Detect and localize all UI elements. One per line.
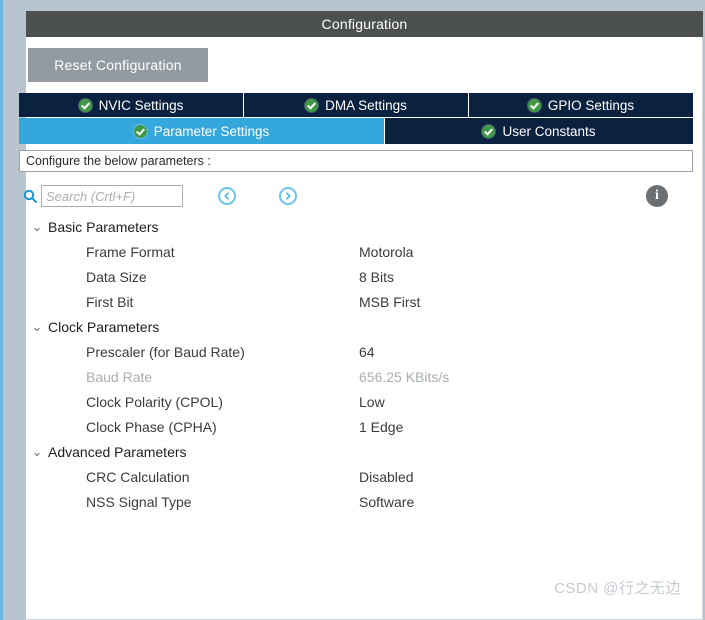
search-icon	[19, 189, 41, 203]
window-title-bar: Configuration	[26, 11, 703, 37]
tab-label: DMA Settings	[325, 97, 407, 113]
chevron-down-icon[interactable]: ⌄	[26, 445, 48, 458]
param-value[interactable]: MSB First	[359, 294, 420, 310]
param-row-nss-signal-type[interactable]: NSS Signal Type Software	[26, 489, 686, 514]
param-row-frame-format[interactable]: Frame Format Motorola	[26, 239, 686, 264]
param-value[interactable]: Disabled	[359, 469, 413, 485]
param-value[interactable]: 64	[359, 344, 375, 360]
check-badge-icon	[305, 98, 319, 112]
param-row-crc-calculation[interactable]: CRC Calculation Disabled	[26, 464, 686, 489]
search-toolbar: i	[19, 181, 693, 211]
param-row-prescaler[interactable]: Prescaler (for Baud Rate) 64	[26, 339, 686, 364]
check-badge-icon	[78, 98, 92, 112]
group-label: Clock Parameters	[48, 318, 160, 335]
param-value[interactable]: Software	[359, 494, 414, 510]
check-badge-icon	[482, 124, 496, 138]
group-clock-parameters[interactable]: ⌄ Clock Parameters	[26, 314, 686, 339]
instruction-text: Configure the below parameters :	[26, 154, 211, 168]
param-row-data-size[interactable]: Data Size 8 Bits	[26, 264, 686, 289]
param-row-first-bit[interactable]: First Bit MSB First	[26, 289, 686, 314]
param-name: Data Size	[86, 268, 147, 285]
group-label: Basic Parameters	[48, 218, 159, 235]
param-name: Clock Phase (CPHA)	[86, 418, 217, 435]
tab-nvic-settings[interactable]: NVIC Settings	[19, 93, 244, 117]
info-glyph: i	[655, 188, 659, 203]
param-name: Clock Polarity (CPOL)	[86, 393, 223, 410]
search-input[interactable]	[41, 185, 183, 207]
param-row-baud-rate: Baud Rate 656.25 KBits/s	[26, 364, 686, 389]
tab-gpio-settings[interactable]: GPIO Settings	[469, 93, 693, 117]
tab-label: Parameter Settings	[153, 123, 270, 139]
configuration-window: Configuration Reset Configuration NVIC S…	[0, 0, 705, 620]
param-name: NSS Signal Type	[86, 493, 192, 510]
group-label: Advanced Parameters	[48, 443, 187, 460]
group-advanced-parameters[interactable]: ⌄ Advanced Parameters	[26, 439, 686, 464]
param-name: First Bit	[86, 293, 134, 310]
parameter-tree: ⌄ Basic Parameters Frame Format Motorola…	[26, 214, 686, 514]
chevron-left-icon	[224, 192, 229, 200]
tab-label: GPIO Settings	[547, 97, 635, 113]
tab-row-primary: NVIC Settings DMA Settings GPIO Settings	[19, 93, 693, 117]
chevron-down-icon[interactable]: ⌄	[26, 220, 48, 233]
tab-dma-settings[interactable]: DMA Settings	[244, 93, 469, 117]
param-name: Prescaler (for Baud Rate)	[86, 343, 245, 360]
check-badge-icon	[527, 98, 541, 112]
param-row-clock-polarity[interactable]: Clock Polarity (CPOL) Low	[26, 389, 686, 414]
param-name: CRC Calculation	[86, 468, 190, 485]
param-value[interactable]: Motorola	[359, 244, 413, 260]
info-icon[interactable]: i	[646, 185, 668, 207]
param-row-clock-phase[interactable]: Clock Phase (CPHA) 1 Edge	[26, 414, 686, 439]
watermark: CSDN @行之无边	[554, 580, 681, 597]
tab-label: NVIC Settings	[98, 97, 184, 113]
search-previous-button[interactable]	[218, 187, 236, 205]
tab-label: User Constants	[502, 123, 596, 139]
page-title: Configuration	[321, 16, 408, 32]
param-value: 656.25 KBits/s	[359, 368, 450, 385]
param-name: Baud Rate	[86, 368, 153, 385]
check-badge-icon	[133, 124, 147, 138]
param-value[interactable]: Low	[359, 394, 385, 410]
instruction-bar: Configure the below parameters :	[19, 150, 693, 172]
param-name: Frame Format	[86, 243, 175, 260]
chevron-right-icon	[285, 192, 291, 200]
param-value[interactable]: 8 Bits	[359, 269, 394, 285]
param-value[interactable]: 1 Edge	[359, 419, 403, 435]
reset-configuration-button[interactable]: Reset Configuration	[28, 48, 208, 82]
chevron-down-icon[interactable]: ⌄	[26, 320, 48, 333]
tab-parameter-settings[interactable]: Parameter Settings	[19, 118, 385, 144]
tab-user-constants[interactable]: User Constants	[385, 118, 693, 144]
search-next-button[interactable]	[279, 187, 297, 205]
group-basic-parameters[interactable]: ⌄ Basic Parameters	[26, 214, 686, 239]
tab-row-secondary: Parameter Settings User Constants	[19, 118, 693, 144]
